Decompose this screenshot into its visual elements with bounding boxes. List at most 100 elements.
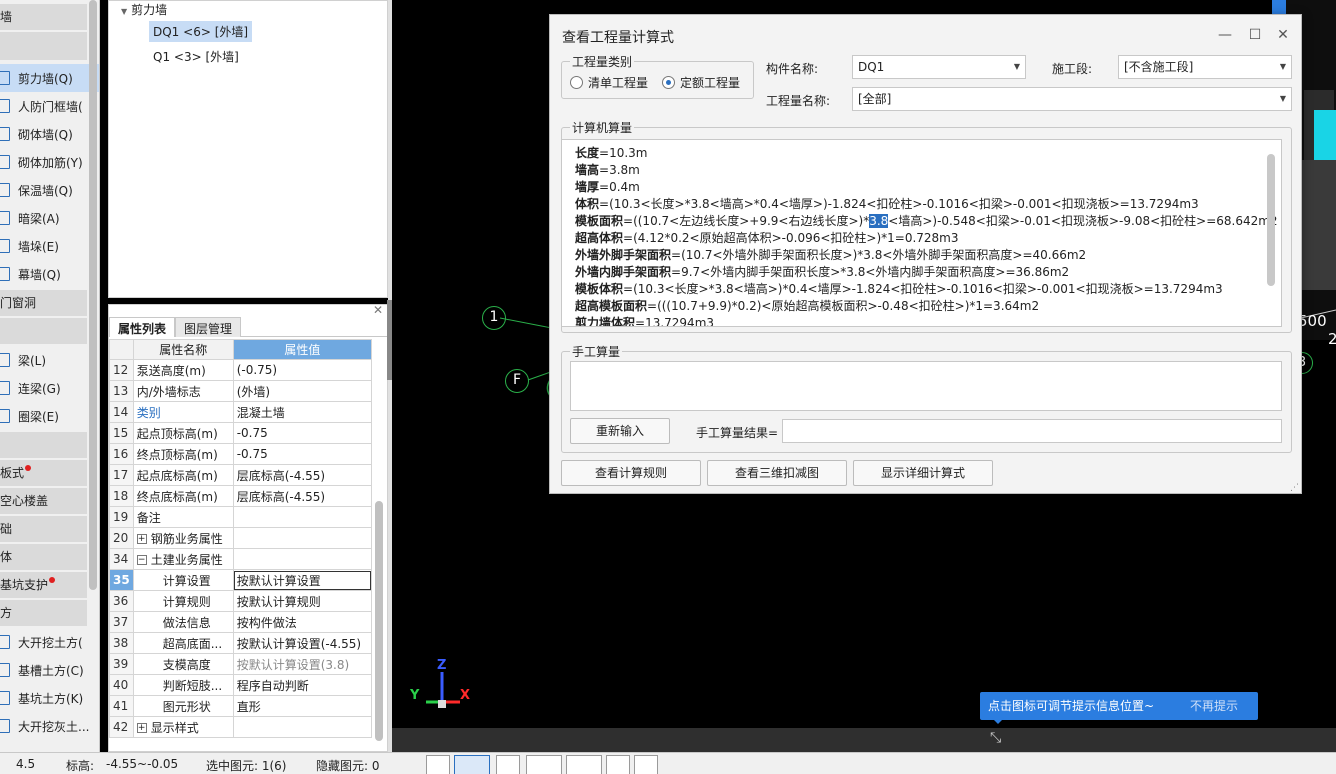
minimize-icon[interactable]: — [1215, 25, 1235, 45]
property-value[interactable]: 按默认计算设置(-4.55) [232, 632, 373, 654]
property-row[interactable]: 35 计算设置 按默认计算设置 [109, 569, 373, 591]
property-row[interactable]: 17 起点底标高(m) 层底标高(-4.55) [109, 464, 373, 486]
category-door-window-hole[interactable]: 门窗洞 [0, 290, 87, 316]
property-value[interactable]: 混凝土墙 [232, 401, 373, 423]
category-foundation[interactable]: 础 [0, 516, 87, 542]
property-value[interactable] [232, 716, 373, 738]
collapse-tip-icon[interactable]: ⤡ [990, 730, 1001, 746]
cross-icon[interactable] [496, 755, 520, 774]
property-value[interactable]: -0.75 [232, 443, 373, 465]
category-wall[interactable]: 墙 [0, 4, 87, 30]
expand-icon[interactable]: + [136, 534, 147, 544]
property-row[interactable]: 39 支模高度 按默认计算设置(3.8) [109, 653, 373, 675]
property-value[interactable]: (外墙) [232, 380, 373, 402]
property-value[interactable]: -0.75 [232, 422, 373, 444]
expand-icon[interactable]: + [136, 723, 147, 733]
property-value[interactable]: 层底标高(-4.55) [232, 464, 373, 486]
curve-icon[interactable] [634, 755, 658, 774]
sidebar-scrollbar[interactable] [89, 0, 97, 590]
property-row[interactable]: 13 内/外墙标志 (外墙) [109, 380, 373, 402]
stage-select[interactable]: [不含施工段] ▼ [1118, 55, 1292, 79]
property-value[interactable]: 按默认计算设置(3.8) [232, 653, 373, 675]
property-row[interactable]: 40 判断短肢... 程序自动判断 [109, 674, 373, 696]
collapse-icon[interactable]: − [136, 555, 147, 565]
sidebar-item[interactable]: 剪力墙(Q) [0, 64, 99, 92]
property-row[interactable]: 19 备注 [109, 506, 373, 528]
property-value[interactable]: (-0.75) [232, 359, 373, 381]
sidebar-item[interactable]: 连梁(G) [0, 374, 99, 402]
radio-quota-qty[interactable]: 定额工程量 [662, 74, 740, 91]
sidebar-item[interactable]: 保温墙(Q) [0, 176, 99, 204]
reinput-button[interactable]: 重新输入 [570, 418, 670, 444]
property-row[interactable]: 16 终点顶标高(m) -0.75 [109, 443, 373, 465]
sidebar-item[interactable]: 大开挖土方( [0, 628, 99, 656]
view-3d-deduct-button[interactable]: 查看三维扣减图 [707, 460, 847, 486]
category-other[interactable]: 体 [0, 544, 87, 570]
view-calc-rules-button[interactable]: 查看计算规则 [561, 460, 701, 486]
property-value[interactable] [232, 527, 373, 549]
property-row[interactable]: 42 + 显示样式 [109, 716, 373, 738]
manual-result-input[interactable] [782, 419, 1282, 443]
property-value[interactable] [232, 506, 373, 528]
calc-scrollbar[interactable] [1267, 154, 1275, 286]
property-row[interactable]: 34− 土建业务属性 [109, 548, 373, 570]
snap-icon[interactable] [566, 755, 602, 774]
layer-icon[interactable] [606, 755, 630, 774]
sidebar-item[interactable]: 梁(L) [0, 346, 99, 374]
sidebar-item[interactable]: 基槽土方(C) [0, 656, 99, 684]
property-row[interactable]: 36 计算规则 按默认计算规则 [109, 590, 373, 612]
property-row[interactable]: 18 终点底标高(m) 层底标高(-4.55) [109, 485, 373, 507]
collapse-arrow-icon[interactable]: ▼ [121, 7, 127, 16]
show-detail-formula-button[interactable]: 显示详细计算式 [853, 460, 993, 486]
qty-name-select[interactable]: [全部] ▼ [852, 87, 1292, 111]
angle-icon[interactable] [526, 755, 562, 774]
sidebar-item[interactable]: 圈梁(E) [0, 402, 99, 430]
properties-scrollbar[interactable] [375, 501, 383, 741]
component-select[interactable]: DQ1 ▼ [852, 55, 1026, 79]
property-row[interactable]: 15 起点顶标高(m) -0.75 [109, 422, 373, 444]
maximize-icon[interactable]: ☐ [1245, 25, 1265, 45]
property-row[interactable]: 41 图元形状 直形 [109, 695, 373, 717]
resize-grip-icon[interactable]: ⋰ [1290, 483, 1299, 493]
category-pit-support[interactable]: 基坑支护 [0, 572, 87, 598]
property-row[interactable]: 12 泵送高度(m) (-0.75) [109, 359, 373, 381]
close-icon[interactable]: ✕ [373, 303, 383, 317]
sidebar-item[interactable]: 墙垛(E) [0, 232, 99, 260]
property-value[interactable]: 程序自动判断 [232, 674, 373, 696]
manual-calc-input[interactable] [570, 361, 1282, 411]
axis-gizmo[interactable]: Z Y X [408, 656, 472, 712]
sidebar-item[interactable]: 幕墙(Q) [0, 260, 99, 288]
property-row[interactable]: 37 做法信息 按构件做法 [109, 611, 373, 633]
category-slab-blank[interactable] [0, 432, 87, 458]
sidebar-item[interactable]: 基坑土方(K) [0, 684, 99, 712]
tab-property-list[interactable]: 属性列表 [109, 317, 176, 337]
property-value[interactable]: 按构件做法 [232, 611, 373, 633]
close-icon[interactable]: ✕ [1273, 25, 1293, 45]
property-row[interactable]: 20 + 钢筋业务属性 [109, 527, 373, 549]
property-value[interactable]: 按默认计算设置 [232, 569, 373, 591]
property-value[interactable]: 按默认计算规则 [232, 590, 373, 612]
select-mode-icon[interactable] [454, 755, 490, 774]
calc-formula-text[interactable]: 长度=10.3m 墙高=3.8m 墙厚=0.4m 体积=(10.3<长度>*3.8<墙… [561, 139, 1282, 327]
sidebar-item[interactable]: 砌体墙(Q) [0, 120, 99, 148]
category-earthwork[interactable]: 方 [0, 600, 87, 626]
dont-show-again-link[interactable]: 不再提示 [1190, 692, 1238, 720]
radio-list-qty[interactable]: 清单工程量 [570, 74, 648, 91]
sidebar-item[interactable]: 大开挖灰土... [0, 712, 99, 740]
tab-layer-manage[interactable]: 图层管理 [175, 317, 242, 337]
ortho-icon[interactable] [426, 755, 450, 774]
sidebar-item[interactable]: 暗梁(A) [0, 204, 99, 232]
property-row[interactable]: 14 类别 混凝土墙 [109, 401, 373, 423]
sidebar-item[interactable]: 砌体加筋(Y) [0, 148, 99, 176]
tree-root[interactable]: ▼ 剪力墙 [121, 1, 167, 18]
tree-item-dq1[interactable]: DQ1 <6> [外墙] [149, 21, 253, 42]
category-hollow-floor[interactable]: 空心楼盖 [0, 488, 87, 514]
category-slab[interactable]: 板式 [0, 460, 87, 486]
tree-item-q1[interactable]: Q1 <3> [外墙] [153, 48, 239, 65]
category-beam[interactable] [0, 318, 87, 344]
property-value[interactable]: 层底标高(-4.55) [232, 485, 373, 507]
property-row[interactable]: 38 超高底面... 按默认计算设置(-4.55) [109, 632, 373, 654]
sidebar-item[interactable]: 人防门框墙( [0, 92, 99, 120]
property-value[interactable] [232, 548, 373, 570]
property-value[interactable]: 直形 [232, 695, 373, 717]
